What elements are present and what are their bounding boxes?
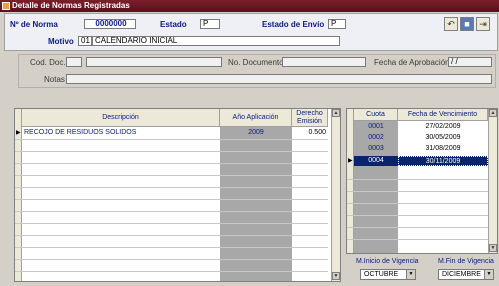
nodoc-field[interactable] — [282, 57, 366, 67]
exit-icon[interactable]: ⇥ — [476, 17, 490, 31]
inicio-vigencia-value: OCTUBRE — [364, 271, 399, 278]
envio-field[interactable]: P — [328, 19, 346, 29]
estado-label: Estado — [160, 20, 187, 29]
scroll-up-icon[interactable]: ▲ — [489, 109, 497, 117]
row-divider — [15, 187, 328, 188]
row-divider — [15, 271, 328, 272]
chevron-down-icon[interactable]: ▼ — [406, 270, 415, 279]
window-title: Detalle de Normas Registradas — [12, 1, 130, 10]
current-row-marker-icon: ▶ — [348, 158, 353, 164]
row-divider — [347, 191, 488, 192]
row-divider — [347, 179, 488, 180]
left-grid-scrollbar[interactable]: ▲ ▼ — [331, 109, 340, 281]
fin-vigencia-select[interactable]: DICIEMBRE ▼ — [438, 269, 494, 280]
title-bar: Detalle de Normas Registradas — [0, 0, 499, 12]
row-descripcion[interactable]: RECOJO DE RESIDUOS SOLIDOS — [24, 129, 218, 137]
fecha-cell[interactable]: 30/05/2009 — [398, 134, 488, 142]
cod-doc-desc-field[interactable] — [86, 57, 222, 67]
scroll-down-icon[interactable]: ▼ — [489, 244, 497, 252]
cuota-cell[interactable]: 0002 — [354, 134, 398, 142]
row-divider — [15, 139, 328, 140]
row-divider — [15, 223, 328, 224]
fecha-cell[interactable]: 31/08/2009 — [398, 145, 488, 153]
row-anio[interactable]: 2009 — [220, 129, 292, 137]
cuota-cell[interactable]: 0001 — [354, 123, 398, 131]
cuotas-grid[interactable]: Cuota Fecha de Vencimiento 0001 27/02/20… — [346, 108, 498, 254]
app-icon — [2, 2, 10, 10]
row-divider — [15, 211, 328, 212]
row-divider — [15, 151, 328, 152]
cod-doc-label: Cod. Doc. — [30, 58, 66, 67]
nodoc-label: No. Documento — [228, 58, 284, 67]
fecha-aprob-field[interactable]: / / — [448, 57, 492, 67]
col-header-anio[interactable]: Año Aplicación — [220, 109, 292, 127]
save-icon[interactable]: ■ — [460, 17, 474, 31]
fecha-cell-selected[interactable]: 30/11/2009 — [398, 156, 488, 166]
fin-vigencia-value: DICIEMBRE — [442, 271, 481, 278]
row-divider — [15, 199, 328, 200]
col-header-descripcion[interactable]: Descripción — [22, 109, 220, 127]
row-divider — [347, 215, 488, 216]
col-header-fecha[interactable]: Fecha de Vencimiento — [398, 109, 488, 121]
scroll-up-icon[interactable]: ▲ — [332, 109, 340, 117]
notas-field[interactable] — [66, 74, 492, 84]
row-divider — [15, 247, 328, 248]
scroll-down-icon[interactable]: ▼ — [332, 272, 340, 280]
fin-vigencia-label: M.Fin de Vigencia — [438, 258, 494, 265]
notas-label: Notas — [44, 75, 65, 84]
normas-grid[interactable]: Descripción Año Aplicación Derecho Emisi… — [14, 108, 341, 282]
col-header-derecho[interactable]: Derecho Emisión — [292, 109, 328, 127]
fecha-aprob-label: Fecha de Aprobación — [374, 58, 450, 67]
undo-icon[interactable]: ↶ — [444, 17, 458, 31]
motivo-desc-field[interactable]: CALENDARIO INICIAL — [92, 36, 340, 46]
row-divider — [347, 239, 488, 240]
row-divider — [15, 175, 328, 176]
row-divider — [347, 203, 488, 204]
row-divider — [15, 235, 328, 236]
current-row-marker-icon: ▶ — [16, 130, 21, 136]
row-derecho[interactable]: 0.500 — [292, 129, 326, 137]
row-indicator-column — [347, 109, 354, 253]
inicio-vigencia-label: M.Inicio de Vigencia — [356, 258, 419, 265]
envio-label: Estado de Envío — [262, 20, 325, 29]
motivo-code-field[interactable]: 01 — [78, 36, 92, 46]
fecha-cell[interactable]: 27/02/2009 — [398, 123, 488, 131]
right-grid-scrollbar[interactable]: ▲ ▼ — [488, 109, 497, 253]
row-divider — [15, 163, 328, 164]
cod-doc-field[interactable] — [66, 57, 82, 67]
chevron-down-icon[interactable]: ▼ — [484, 270, 493, 279]
row-divider — [15, 259, 328, 260]
norma-label: Nº de Norma — [10, 20, 58, 29]
motivo-label: Motivo — [48, 37, 74, 46]
cuota-cell[interactable]: 0003 — [354, 145, 398, 153]
cuota-cell-selected[interactable]: 0004 — [354, 156, 398, 166]
row-divider — [347, 227, 488, 228]
col-header-cuota[interactable]: Cuota — [354, 109, 398, 121]
norma-field[interactable]: 0000000 — [84, 19, 136, 29]
inicio-vigencia-select[interactable]: OCTUBRE ▼ — [360, 269, 416, 280]
estado-field[interactable]: P — [200, 19, 220, 29]
